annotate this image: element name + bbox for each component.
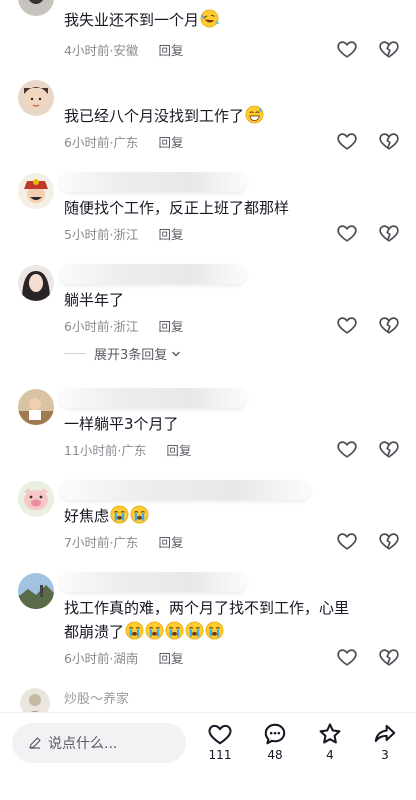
dislike-broken-heart-icon[interactable] [378, 222, 400, 244]
divider [64, 353, 86, 354]
comment-meta: 6小时前·湖南 回复 [64, 648, 183, 667]
comment-count: 48 [267, 748, 283, 762]
comment-button[interactable]: 48 [255, 721, 295, 762]
comment-time-location: 7小时前·广东 [64, 535, 139, 550]
reply-button[interactable]: 回复 [158, 535, 183, 550]
avatar[interactable] [18, 389, 54, 425]
sob-emoji-icon [130, 505, 149, 524]
comment-input-placeholder: 说点什么... [48, 736, 118, 752]
sob-emoji-icon [145, 621, 164, 640]
sob-emoji-icon [110, 505, 129, 524]
favorite-count: 4 [326, 748, 334, 762]
comment-meta: 7小时前·广东 回复 [64, 532, 183, 551]
avatar[interactable] [18, 80, 54, 116]
share-arrow-icon [374, 724, 396, 743]
heart-icon [208, 724, 232, 745]
username-blurred[interactable] [60, 264, 246, 284]
like-heart-icon[interactable] [336, 438, 358, 460]
like-heart-icon[interactable] [336, 222, 358, 244]
avatar[interactable] [18, 481, 54, 517]
comment-meta: 6小时前·浙江 回复 [64, 316, 183, 335]
avatar[interactable] [18, 265, 54, 301]
share-button[interactable]: 3 [365, 721, 405, 762]
like-count: 111 [208, 748, 232, 762]
username-blurred[interactable] [60, 388, 246, 408]
sob-emoji-icon [185, 621, 204, 640]
comment-time-location: 11小时前·广东 [64, 443, 147, 458]
dislike-broken-heart-icon[interactable] [378, 646, 400, 668]
username-blurred[interactable] [60, 480, 310, 500]
like-heart-icon[interactable] [336, 646, 358, 668]
dislike-broken-heart-icon[interactable] [378, 130, 400, 152]
comment-meta: 11小时前·广东 回复 [64, 440, 191, 459]
dislike-broken-heart-icon[interactable] [378, 314, 400, 336]
sob-emoji-icon [125, 621, 144, 640]
comment-item-partial: 炒股～养家 [0, 684, 416, 718]
comment-text: 随便找个工作，反正上班了都那样 [64, 199, 290, 217]
rofl-emoji-icon [200, 9, 219, 28]
avatar[interactable] [18, 573, 54, 609]
reply-button[interactable]: 回复 [158, 135, 183, 150]
username[interactable]: 炒股～养家 [64, 688, 129, 707]
comment-text: 好焦虑 [64, 504, 354, 528]
username-blurred[interactable] [60, 172, 246, 192]
dislike-broken-heart-icon[interactable] [378, 38, 400, 60]
like-heart-icon[interactable] [336, 314, 358, 336]
dislike-broken-heart-icon[interactable] [378, 438, 400, 460]
username-blurred[interactable] [60, 572, 246, 592]
sob-emoji-icon [165, 621, 184, 640]
like-button[interactable]: 111 [200, 721, 240, 762]
comment-text: 我失业还不到一个月 [64, 8, 354, 32]
reply-button[interactable]: 回复 [158, 43, 183, 58]
comment-time-location: 5小时前·浙江 [64, 227, 139, 242]
comment-time-location: 6小时前·广东 [64, 135, 139, 150]
comment-bubble-icon [264, 723, 286, 745]
reply-button[interactable]: 回复 [158, 651, 183, 666]
reply-button[interactable]: 回复 [158, 227, 183, 242]
avatar[interactable] [18, 173, 54, 209]
share-count: 3 [381, 748, 389, 762]
comment-text: 躺半年了 [64, 291, 125, 309]
sob-emoji-icon [205, 621, 224, 640]
comment-text: 我已经八个月没找到工作了 [64, 104, 354, 128]
like-heart-icon[interactable] [336, 38, 358, 60]
comment-meta: 6小时前·广东 回复 [64, 132, 183, 151]
dislike-broken-heart-icon[interactable] [378, 530, 400, 552]
comment-meta: 5小时前·浙江 回复 [64, 224, 183, 243]
bottom-action-bar: 说点什么... 111 48 4 3 [0, 712, 416, 800]
comment-time-location: 6小时前·浙江 [64, 319, 139, 334]
grin-sweat-emoji-icon [245, 105, 264, 124]
like-heart-icon[interactable] [336, 530, 358, 552]
like-heart-icon[interactable] [336, 130, 358, 152]
pencil-icon [29, 737, 41, 749]
comment-time-location: 6小时前·湖南 [64, 651, 139, 666]
comment-meta: 4小时前·安徽 回复 [64, 40, 183, 59]
reply-button[interactable]: 回复 [166, 443, 191, 458]
comment-time-location: 4小时前·安徽 [64, 43, 139, 58]
comment-input[interactable]: 说点什么... [12, 723, 186, 763]
star-icon [319, 723, 341, 744]
expand-replies-button[interactable]: 展开3条回复 [64, 344, 181, 363]
avatar[interactable] [18, 0, 54, 16]
comment-text: 找工作真的难，两个月了找不到工作，心里都崩溃了 [64, 599, 350, 641]
reply-button[interactable]: 回复 [158, 319, 183, 334]
chevron-down-icon [172, 351, 180, 356]
favorite-button[interactable]: 4 [310, 721, 350, 762]
expand-replies-label: 展开3条回复 [94, 348, 168, 363]
comment-text: 一样躺平3个月了 [64, 415, 179, 433]
